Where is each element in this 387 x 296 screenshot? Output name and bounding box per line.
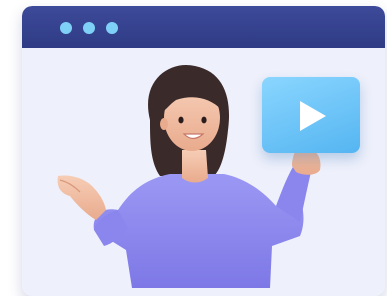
play-icon[interactable] (300, 101, 326, 131)
ear (160, 118, 168, 130)
neck (182, 150, 208, 183)
eye-right (201, 116, 207, 124)
eye-left (178, 116, 184, 124)
